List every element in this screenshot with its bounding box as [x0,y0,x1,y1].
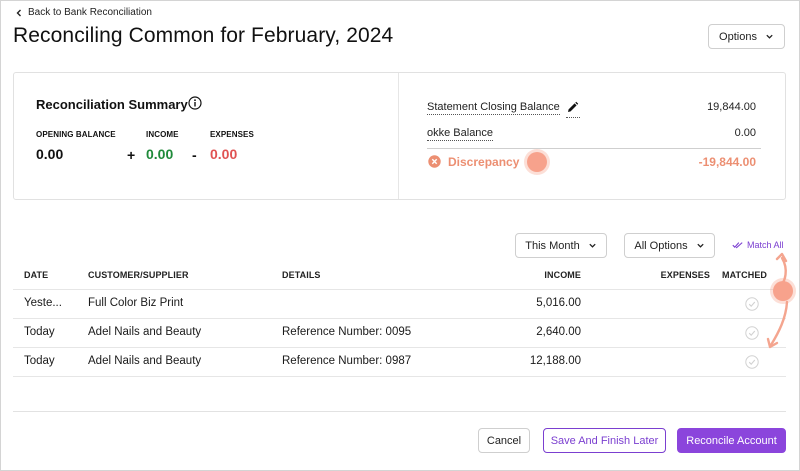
opening-balance-value: 0.00 [36,146,64,162]
summary-title: Reconciliation Summary [36,97,188,112]
click-indicator-dot [527,152,547,172]
expenses-label: EXPENSES [210,130,254,139]
reconciliation-summary-card [13,72,786,200]
table-header-divider [13,289,786,290]
row-1-income: 5,016.00 [536,297,581,309]
summary-total-separator [427,148,761,149]
period-dropdown-label: This Month [525,239,580,252]
pencil-underline [566,117,580,118]
row-3-income: 12,188.00 [529,355,581,367]
row-1-match-check-icon[interactable] [745,297,759,311]
row-2-income: 2,640.00 [536,326,581,338]
row-3-date: Today [24,355,55,367]
summary-divider [398,73,399,199]
statement-closing-balance-value: 19,844.00 [707,101,756,113]
discrepancy-label: Discrepancy [448,155,520,169]
column-header-expenses[interactable]: EXPENSES [640,270,710,280]
minus-sign: - [192,147,197,163]
chevron-down-icon [696,243,704,248]
footer-divider [13,411,786,412]
all-options-label: All Options [634,239,688,252]
table-row-divider [13,376,786,377]
chevron-left-icon [16,9,21,16]
book-balance-label: okke Balance [427,127,494,141]
opening-balance-label: OPENING BALANCE [36,130,116,139]
double-check-icon [732,242,743,249]
row-3-customer: Adel Nails and Beauty [88,355,202,367]
column-header-customer[interactable]: CUSTOMER/SUPPLIER [88,270,189,280]
chevron-down-icon [766,34,773,39]
pencil-edit-icon[interactable] [566,101,579,114]
click-indicator-dot [773,281,793,301]
reconcile-account-button[interactable]: Reconcile Account [677,428,786,453]
save-and-finish-later-button[interactable]: Save And Finish Later [543,428,666,453]
options-dropdown-button[interactable]: Options [708,24,785,49]
back-link-label: Back to Bank Reconciliation [28,7,152,18]
table-row-divider [13,318,786,319]
row-2-details: Reference Number: 0095 [282,326,412,338]
row-2-customer: Adel Nails and Beauty [88,326,202,338]
column-header-income[interactable]: INCOME [520,270,581,280]
row-3-match-check-icon[interactable] [745,355,759,369]
statement-closing-balance-label: Statement Closing Balance [427,101,560,115]
plus-sign: + [127,147,136,163]
column-header-matched[interactable]: MATCHED [722,270,767,280]
row-2-match-check-icon[interactable] [745,326,759,340]
row-1-date: Yeste... [24,297,62,309]
info-icon[interactable] [188,96,202,110]
row-2-date: Today [24,326,55,338]
column-header-details[interactable]: DETAILS [282,270,321,280]
table-row-divider [13,347,786,348]
column-header-date[interactable]: DATE [24,270,48,280]
error-circle-icon [428,155,441,168]
income-value: 0.00 [146,146,174,162]
row-3-details: Reference Number: 0987 [282,355,412,367]
expenses-value: 0.00 [210,146,238,162]
options-button-label: Options [719,30,757,43]
income-label: INCOME [146,130,179,139]
discrepancy-value: -19,844.00 [698,155,756,169]
back-to-bank-reconciliation-link[interactable]: Back to Bank Reconciliation [15,7,152,18]
match-all-label: Match All [747,240,784,250]
period-dropdown[interactable]: This Month [515,233,607,258]
cancel-button[interactable]: Cancel [478,428,530,453]
chevron-down-icon [589,243,596,248]
page-title: Reconciling Common for February, 2024 [13,24,394,47]
all-options-dropdown[interactable]: All Options [624,233,715,258]
book-balance-value: 0.00 [734,127,756,139]
row-1-customer: Full Color Biz Print [88,297,184,309]
match-all-button[interactable]: Match All [732,240,784,250]
